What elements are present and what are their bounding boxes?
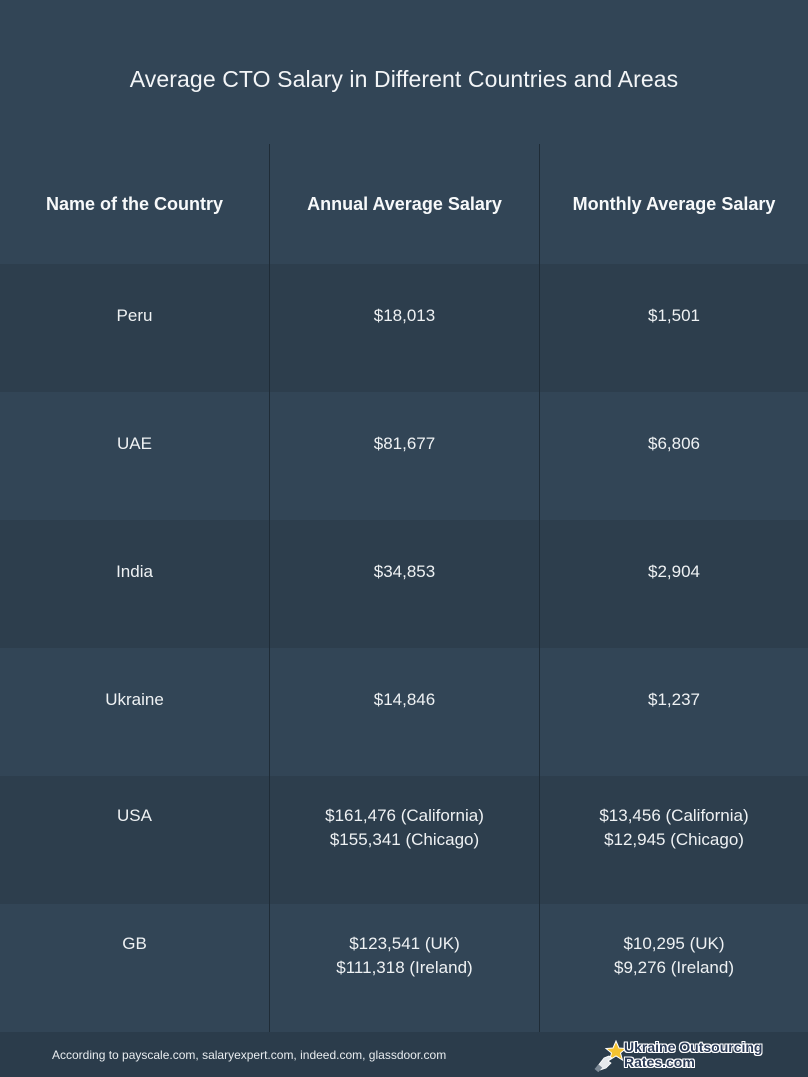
header-monthly: Monthly Average Salary — [539, 144, 808, 264]
annual-value: $18,013 — [373, 306, 436, 325]
annual-value: $34,853 — [373, 562, 436, 581]
monthly-value: $12,945 (Chicago) — [604, 830, 744, 849]
annual-value: $14,846 — [373, 690, 436, 709]
country-cell: Ukraine — [0, 648, 269, 776]
country-name: Ukraine — [105, 690, 164, 709]
source-note: According to payscale.com, salaryexpert.… — [52, 1047, 447, 1062]
salary-table: Name of the Country Annual Average Salar… — [0, 144, 808, 1032]
brand-line-2: Rates.com — [624, 1054, 695, 1070]
annual-value: $111,318 (Ireland) — [336, 958, 473, 977]
country-cell: India — [0, 520, 269, 648]
monthly-value: $1,501 — [648, 306, 700, 325]
country-name: GB — [122, 934, 147, 953]
annual-value: $161,476 (California) — [325, 806, 484, 825]
table-row: GB $123,541 (UK) $111,318 (Ireland) $10,… — [0, 904, 808, 1032]
annual-value: $123,541 (UK) — [349, 934, 460, 953]
monthly-value: $9,276 (Ireland) — [613, 958, 735, 977]
annual-cell: $161,476 (California) $155,341 (Chicago) — [269, 776, 539, 904]
table-header-row: Name of the Country Annual Average Salar… — [0, 144, 808, 264]
country-cell: GB — [0, 904, 269, 1032]
monthly-cell: $1,237 — [539, 648, 808, 776]
annual-cell: $123,541 (UK) $111,318 (Ireland) — [269, 904, 539, 1032]
monthly-value: $10,295 (UK) — [623, 934, 725, 953]
annual-value: $155,341 (Chicago) — [329, 830, 480, 849]
annual-cell: $34,853 — [269, 520, 539, 648]
table-row: USA $161,476 (California) $155,341 (Chic… — [0, 776, 808, 904]
header-annual: Annual Average Salary — [269, 144, 539, 264]
monthly-value: $2,904 — [648, 562, 700, 581]
header-country: Name of the Country — [45, 194, 223, 214]
brand-logo[interactable]: Ukraine Outsourcing Rates.com — [594, 1038, 774, 1072]
monthly-cell: $13,456 (California) $12,945 (Chicago) — [539, 776, 808, 904]
monthly-cell: $2,904 — [539, 520, 808, 648]
table-row: Peru $18,013 $1,501 — [0, 264, 808, 392]
monthly-cell: $10,295 (UK) $9,276 (Ireland) — [539, 904, 808, 1032]
table-row: India $34,853 $2,904 — [0, 520, 808, 648]
table-row: Ukraine $14,846 $1,237 — [0, 648, 808, 776]
brand-name: Ukraine Outsourcing Rates.com — [624, 1040, 762, 1070]
country-name: Peru — [116, 306, 153, 325]
monthly-value: $6,806 — [648, 434, 700, 453]
monthly-value: $13,456 (California) — [599, 806, 749, 825]
monthly-cell: $6,806 — [539, 392, 808, 520]
annual-cell: $14,846 — [269, 648, 539, 776]
monthly-cell: $1,501 — [539, 264, 808, 392]
country-name: UAE — [117, 434, 152, 453]
annual-cell: $81,677 — [269, 392, 539, 520]
table-row: UAE $81,677 $6,806 — [0, 392, 808, 520]
star-hand-icon — [594, 1039, 628, 1072]
country-cell: Peru — [0, 264, 269, 392]
country-cell: USA — [0, 776, 269, 904]
page-title: Average CTO Salary in Different Countrie… — [129, 65, 679, 92]
country-name: India — [116, 562, 153, 581]
monthly-value: $1,237 — [648, 690, 700, 709]
annual-cell: $18,013 — [269, 264, 539, 392]
country-cell: UAE — [0, 392, 269, 520]
country-name: USA — [117, 806, 152, 825]
annual-value: $81,677 — [373, 434, 436, 453]
brand-line-1: Ukraine Outsourcing — [624, 1039, 763, 1055]
